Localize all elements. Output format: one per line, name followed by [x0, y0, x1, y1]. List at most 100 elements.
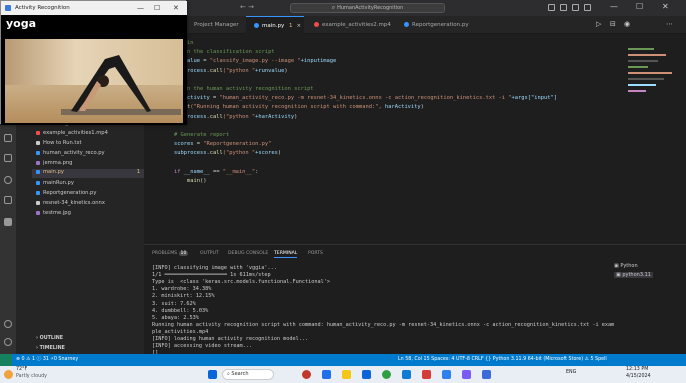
- file-item[interactable]: How to Run.txt: [36, 140, 82, 146]
- status-right[interactable]: Ln 58, Col 15 Spaces: 4 UTF-8 CRLF {} Py…: [398, 354, 607, 366]
- file-explorer-icon[interactable]: [342, 370, 351, 379]
- layout-secondary-icon[interactable]: [572, 4, 579, 11]
- extensions-icon[interactable]: [4, 154, 12, 162]
- file-item-selected[interactable]: main.py 1: [32, 169, 144, 178]
- split-editor-icon[interactable]: ⊟: [610, 20, 616, 28]
- customize-layout-icon[interactable]: [584, 4, 591, 11]
- code-line[interactable]: # Generate report: [174, 132, 229, 138]
- code-token: +runvalue: [255, 67, 285, 74]
- code-line[interactable]: main(): [174, 178, 207, 184]
- command-center-search[interactable]: ⌕ HumanActivityRecognition: [290, 3, 445, 13]
- minimap-line: [628, 48, 654, 50]
- activity-recognition-window[interactable]: Activity Recognition — ☐ ✕ yoga: [0, 0, 187, 125]
- edge-icon[interactable]: [402, 370, 411, 379]
- code-line[interactable]: harActivity = "human_activity_reco.py -m…: [174, 95, 557, 101]
- tab-terminal[interactable]: TERMINAL: [274, 251, 298, 258]
- file-item[interactable]: example_activities1.mp4: [36, 130, 108, 136]
- weather-icon[interactable]: [4, 370, 13, 379]
- python-file-icon: [36, 169, 40, 174]
- code-editor[interactable]: # main# Run the classification scriptrun…: [144, 34, 614, 244]
- code-line[interactable]: subprocess.call("python "+scores): [174, 150, 281, 156]
- text-file-icon: [36, 140, 40, 145]
- terminal-entry-python311[interactable]: ▣ python3.11: [614, 272, 653, 278]
- close-button[interactable]: ✕: [662, 2, 669, 11]
- code-token: "Reportgeneration.py": [203, 141, 272, 148]
- code-token: +args["input"]: [511, 95, 557, 102]
- code-line[interactable]: # Run the classification script: [174, 49, 275, 55]
- python-file-icon: [36, 150, 40, 155]
- file-item[interactable]: resnet-34_kinetics.onnx: [36, 200, 105, 206]
- window-title: Activity Recognition: [15, 5, 70, 11]
- timeline-section[interactable]: › TIMELINE: [36, 346, 65, 351]
- remote-indicator-icon[interactable]: [0, 354, 12, 366]
- app-icon-4[interactable]: [462, 370, 471, 379]
- remote-explorer-icon[interactable]: [4, 196, 12, 204]
- file-item[interactable]: mainRun.py: [36, 180, 74, 186]
- file-item[interactable]: testme.jpg: [36, 210, 71, 216]
- clock-date[interactable]: 4/15/2024: [626, 374, 651, 379]
- app-icon-1[interactable]: [302, 370, 311, 379]
- settings-gear-icon[interactable]: [4, 338, 12, 346]
- code-token: main: [174, 178, 200, 184]
- code-token: ("python ": [222, 150, 256, 157]
- window-title-bar[interactable]: Activity Recognition — ☐ ✕: [1, 1, 187, 15]
- store-icon[interactable]: [362, 370, 371, 379]
- terminal-line: 4. dumbbell: 5.03%: [152, 307, 209, 314]
- file-item[interactable]: jemma.png: [36, 160, 72, 166]
- nav-arrows[interactable]: ← →: [240, 3, 254, 11]
- tab-debug-console[interactable]: DEBUG CONSOLE: [228, 251, 268, 256]
- code-line[interactable]: subprocess.call("python "+runvalue): [174, 68, 288, 74]
- source-control-icon[interactable]: [4, 134, 12, 142]
- vscode-icon[interactable]: [442, 370, 451, 379]
- close-button[interactable]: ✕: [173, 1, 179, 15]
- testing-icon[interactable]: [4, 218, 12, 226]
- lang-indicator[interactable]: ENG: [566, 370, 576, 375]
- status-left[interactable]: ⊗ 0 ⚠ 1 ⓘ 31 ⚡0 Snarney: [16, 354, 78, 366]
- tab-ports[interactable]: PORTS: [308, 251, 323, 256]
- code-line[interactable]: if __name__ == "__main__":: [174, 169, 258, 175]
- code-line[interactable]: scores = "Reportgeneration.py": [174, 141, 271, 147]
- tab-reportgeneration[interactable]: Reportgeneration.py: [396, 16, 476, 34]
- code-line[interactable]: print("Running human activity recognitio…: [174, 104, 424, 110]
- start-icon[interactable]: [208, 370, 217, 379]
- code-line[interactable]: runvalue = "classify_image.py --image "+…: [174, 58, 336, 64]
- terminal-line: 3. suit: 7.62%: [152, 300, 196, 307]
- tab-main-py[interactable]: main.py 1 ×: [246, 16, 304, 34]
- tab-label: Reportgeneration.py: [412, 22, 469, 28]
- minimize-button[interactable]: —: [137, 1, 144, 15]
- outline-section[interactable]: › OUTLINE: [36, 336, 63, 341]
- tab-example-activities2[interactable]: example_activities2.mp4: [306, 16, 394, 34]
- tab-output[interactable]: OUTPUT: [200, 251, 219, 256]
- layout-panel-icon[interactable]: [560, 4, 567, 11]
- run-debug-icon[interactable]: [4, 176, 12, 184]
- code-token: harActivity: [384, 104, 421, 111]
- code-token: +scores: [255, 150, 278, 157]
- toggle-icon[interactable]: ◉: [624, 20, 630, 28]
- minimize-button[interactable]: —: [610, 2, 618, 11]
- clock-time[interactable]: 12:13 PM: [626, 367, 648, 372]
- layout-sidebar-icon[interactable]: [548, 4, 555, 11]
- code-token: ): [277, 150, 282, 157]
- tab-project-manager[interactable]: Project Manager: [186, 16, 244, 34]
- close-tab-icon[interactable]: ×: [297, 23, 302, 29]
- chrome-icon[interactable]: [382, 370, 391, 379]
- image-file-icon: [36, 210, 40, 215]
- tab-problems[interactable]: PROBLEMS 10: [152, 251, 189, 256]
- image-file-icon: [36, 160, 40, 165]
- run-button[interactable]: ▷: [596, 20, 601, 28]
- taskbar-search[interactable]: ⌕ Search: [222, 369, 274, 380]
- maximize-button[interactable]: ☐: [154, 1, 160, 15]
- file-item[interactable]: human_activity_reco.py: [36, 150, 105, 156]
- code-line[interactable]: subprocess.call("python "+harActivity): [174, 114, 297, 120]
- file-item[interactable]: Reportgeneration.py: [36, 190, 96, 196]
- minimap[interactable]: [624, 34, 674, 244]
- app-icon-2[interactable]: [322, 370, 331, 379]
- app-icon-3[interactable]: [422, 370, 431, 379]
- maximize-button[interactable]: ☐: [636, 2, 643, 11]
- app-icon-5[interactable]: [482, 370, 491, 379]
- accounts-icon[interactable]: [4, 320, 12, 328]
- more-actions-icon[interactable]: ⋯: [666, 20, 673, 28]
- code-line[interactable]: # Run the human activity recognition scr…: [174, 86, 314, 92]
- terminal-entry-python[interactable]: ▣ Python: [614, 263, 638, 269]
- code-token: # Generate report: [174, 132, 230, 138]
